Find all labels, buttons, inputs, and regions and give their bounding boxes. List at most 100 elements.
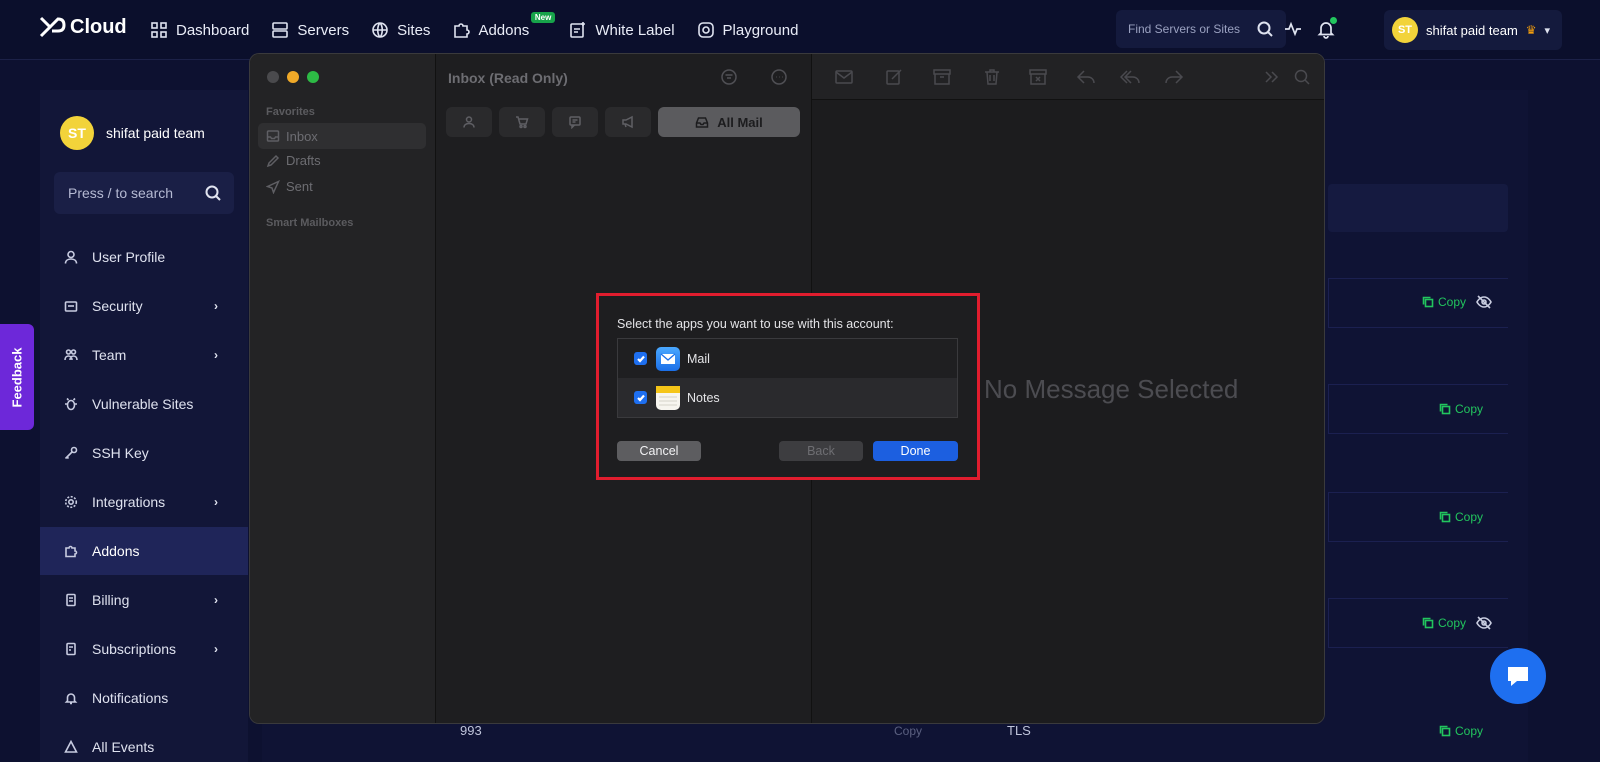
get-mail-button[interactable] bbox=[834, 67, 854, 87]
notification-dot bbox=[1330, 17, 1337, 24]
mailbox-title: Inbox (Read Only) bbox=[448, 70, 568, 86]
filter-button[interactable] bbox=[720, 68, 738, 86]
filter-people-button[interactable] bbox=[446, 107, 492, 137]
reply-all-button[interactable] bbox=[1119, 67, 1140, 87]
more-button[interactable] bbox=[770, 68, 788, 86]
nav-playground[interactable]: Playground bbox=[697, 21, 799, 39]
brand-logo[interactable]: Cloud bbox=[38, 14, 127, 40]
toggle-visibility-button[interactable] bbox=[1476, 294, 1492, 310]
forward-button[interactable] bbox=[1164, 67, 1184, 87]
sidebar-item-integrations[interactable]: Integrations › bbox=[40, 478, 248, 526]
sidebar-item-subscriptions[interactable]: Subscriptions › bbox=[40, 625, 248, 673]
top-navbar: Cloud Dashboard Servers Sites Addons New… bbox=[0, 0, 1600, 60]
toggle-visibility-button[interactable] bbox=[1476, 615, 1492, 631]
sidebar-item-team[interactable]: Team › bbox=[40, 331, 248, 379]
double-chevron-right-icon bbox=[1265, 71, 1279, 83]
mailbox-sent[interactable]: Sent bbox=[266, 179, 313, 194]
window-close-button[interactable] bbox=[267, 71, 279, 83]
filter-promotions-button[interactable] bbox=[605, 107, 651, 137]
sidebar-item-label: All Events bbox=[92, 739, 155, 755]
nav-playground-label: Playground bbox=[722, 21, 799, 39]
user-menu-button[interactable]: ST shifat paid team ♛ ▾ bbox=[1384, 10, 1562, 50]
bell-icon bbox=[64, 693, 78, 705]
mailbox-label: Sent bbox=[286, 179, 313, 194]
sidebar-search-input[interactable]: Press / to search bbox=[54, 172, 234, 214]
crown-icon: ♛ bbox=[1525, 23, 1537, 37]
copy-button[interactable]: Copy bbox=[1422, 295, 1466, 309]
activity-icon bbox=[1285, 21, 1301, 37]
person-icon bbox=[463, 116, 475, 128]
tray-icon bbox=[695, 117, 709, 128]
billing-icon bbox=[66, 593, 76, 607]
chevron-right-icon: › bbox=[214, 495, 218, 509]
sidebar-item-user-profile[interactable]: User Profile bbox=[40, 233, 248, 281]
envelope-icon bbox=[835, 70, 853, 84]
highlight-annotation-box bbox=[596, 293, 980, 480]
copy-button[interactable]: Copy bbox=[1422, 616, 1466, 630]
inbox-icon bbox=[266, 130, 280, 142]
sidebar-item-label: SSH Key bbox=[92, 445, 149, 461]
window-minimize-button[interactable] bbox=[287, 71, 299, 83]
cloud-logo-icon bbox=[39, 16, 66, 38]
mailbox-drafts[interactable]: Drafts bbox=[266, 153, 321, 168]
cart-icon bbox=[516, 116, 529, 129]
copy-button[interactable]: Copy bbox=[1439, 402, 1483, 416]
security-value: TLS bbox=[1007, 723, 1031, 738]
trash-button[interactable] bbox=[982, 67, 1002, 87]
copy-icon bbox=[1439, 403, 1451, 415]
sidebar-item-label: User Profile bbox=[92, 249, 166, 265]
sidebar-item-vulnerable-sites[interactable]: Vulnerable Sites bbox=[40, 380, 248, 428]
junk-button[interactable] bbox=[1028, 67, 1048, 87]
copy-button[interactable]: Copy bbox=[1439, 510, 1483, 524]
chat-widget-button[interactable] bbox=[1490, 648, 1546, 704]
reply-button[interactable] bbox=[1076, 67, 1096, 87]
nav-white-label[interactable]: White Label bbox=[569, 21, 675, 39]
sent-icon bbox=[266, 179, 280, 194]
eye-off-icon bbox=[1476, 295, 1492, 309]
mail-search-button[interactable] bbox=[1292, 67, 1312, 87]
feedback-tab[interactable]: Feedback bbox=[0, 324, 34, 430]
security-icon bbox=[64, 301, 78, 312]
nav-dashboard[interactable]: Dashboard bbox=[150, 21, 249, 39]
nav-servers[interactable]: Servers bbox=[271, 21, 349, 39]
archive-button[interactable] bbox=[932, 67, 952, 87]
chevron-right-icon: › bbox=[214, 299, 218, 313]
window-zoom-button[interactable] bbox=[307, 71, 319, 83]
copy-label: Copy bbox=[1455, 402, 1484, 416]
activity-button[interactable] bbox=[1283, 19, 1303, 39]
bug-icon bbox=[65, 397, 77, 411]
events-icon bbox=[64, 740, 78, 753]
compose-button[interactable] bbox=[884, 67, 904, 87]
sidebar-user: ST shifat paid team bbox=[60, 116, 205, 150]
sidebar-item-ssh-key[interactable]: SSH Key bbox=[40, 429, 248, 477]
nav-sites[interactable]: Sites bbox=[371, 21, 430, 39]
nav-sites-label: Sites bbox=[397, 21, 431, 39]
sidebar-item-label: Team bbox=[92, 347, 127, 363]
port-row: 993 Copy TLS bbox=[440, 720, 1508, 760]
copy-button[interactable]: Copy bbox=[1439, 724, 1483, 738]
sidebar-item-billing[interactable]: Billing › bbox=[40, 576, 248, 624]
sidebar-item-all-events[interactable]: All Events bbox=[40, 723, 248, 762]
filter-shopping-button[interactable] bbox=[499, 107, 545, 137]
copy-button[interactable]: Copy bbox=[894, 724, 922, 738]
global-search-input[interactable]: Find Servers or Sites bbox=[1116, 10, 1286, 48]
sidebar-item-notifications[interactable]: Notifications bbox=[40, 674, 248, 722]
nav-servers-label: Servers bbox=[297, 21, 350, 39]
mailbox-inbox[interactable]: Inbox bbox=[258, 123, 426, 149]
filter-all-mail-button[interactable]: All Mail bbox=[658, 107, 800, 137]
copy-icon bbox=[1439, 511, 1451, 523]
nav-addons[interactable]: Addons New bbox=[452, 12, 556, 39]
sidebar-item-security[interactable]: Security › bbox=[40, 282, 248, 330]
notifications-button[interactable] bbox=[1316, 17, 1337, 39]
more-icon bbox=[771, 69, 787, 85]
forward-icon bbox=[1165, 70, 1184, 84]
chevron-right-icon: › bbox=[214, 348, 218, 362]
compose-icon bbox=[886, 69, 902, 85]
filter-messages-button[interactable] bbox=[552, 107, 598, 137]
junk-icon bbox=[1029, 69, 1047, 85]
toolbar-more-button[interactable] bbox=[1262, 67, 1282, 87]
sidebar-item-addons[interactable]: Addons bbox=[40, 527, 248, 575]
gear-icon bbox=[64, 495, 78, 509]
sidebar-item-label: Subscriptions bbox=[92, 641, 177, 657]
drafts-icon bbox=[266, 154, 280, 167]
